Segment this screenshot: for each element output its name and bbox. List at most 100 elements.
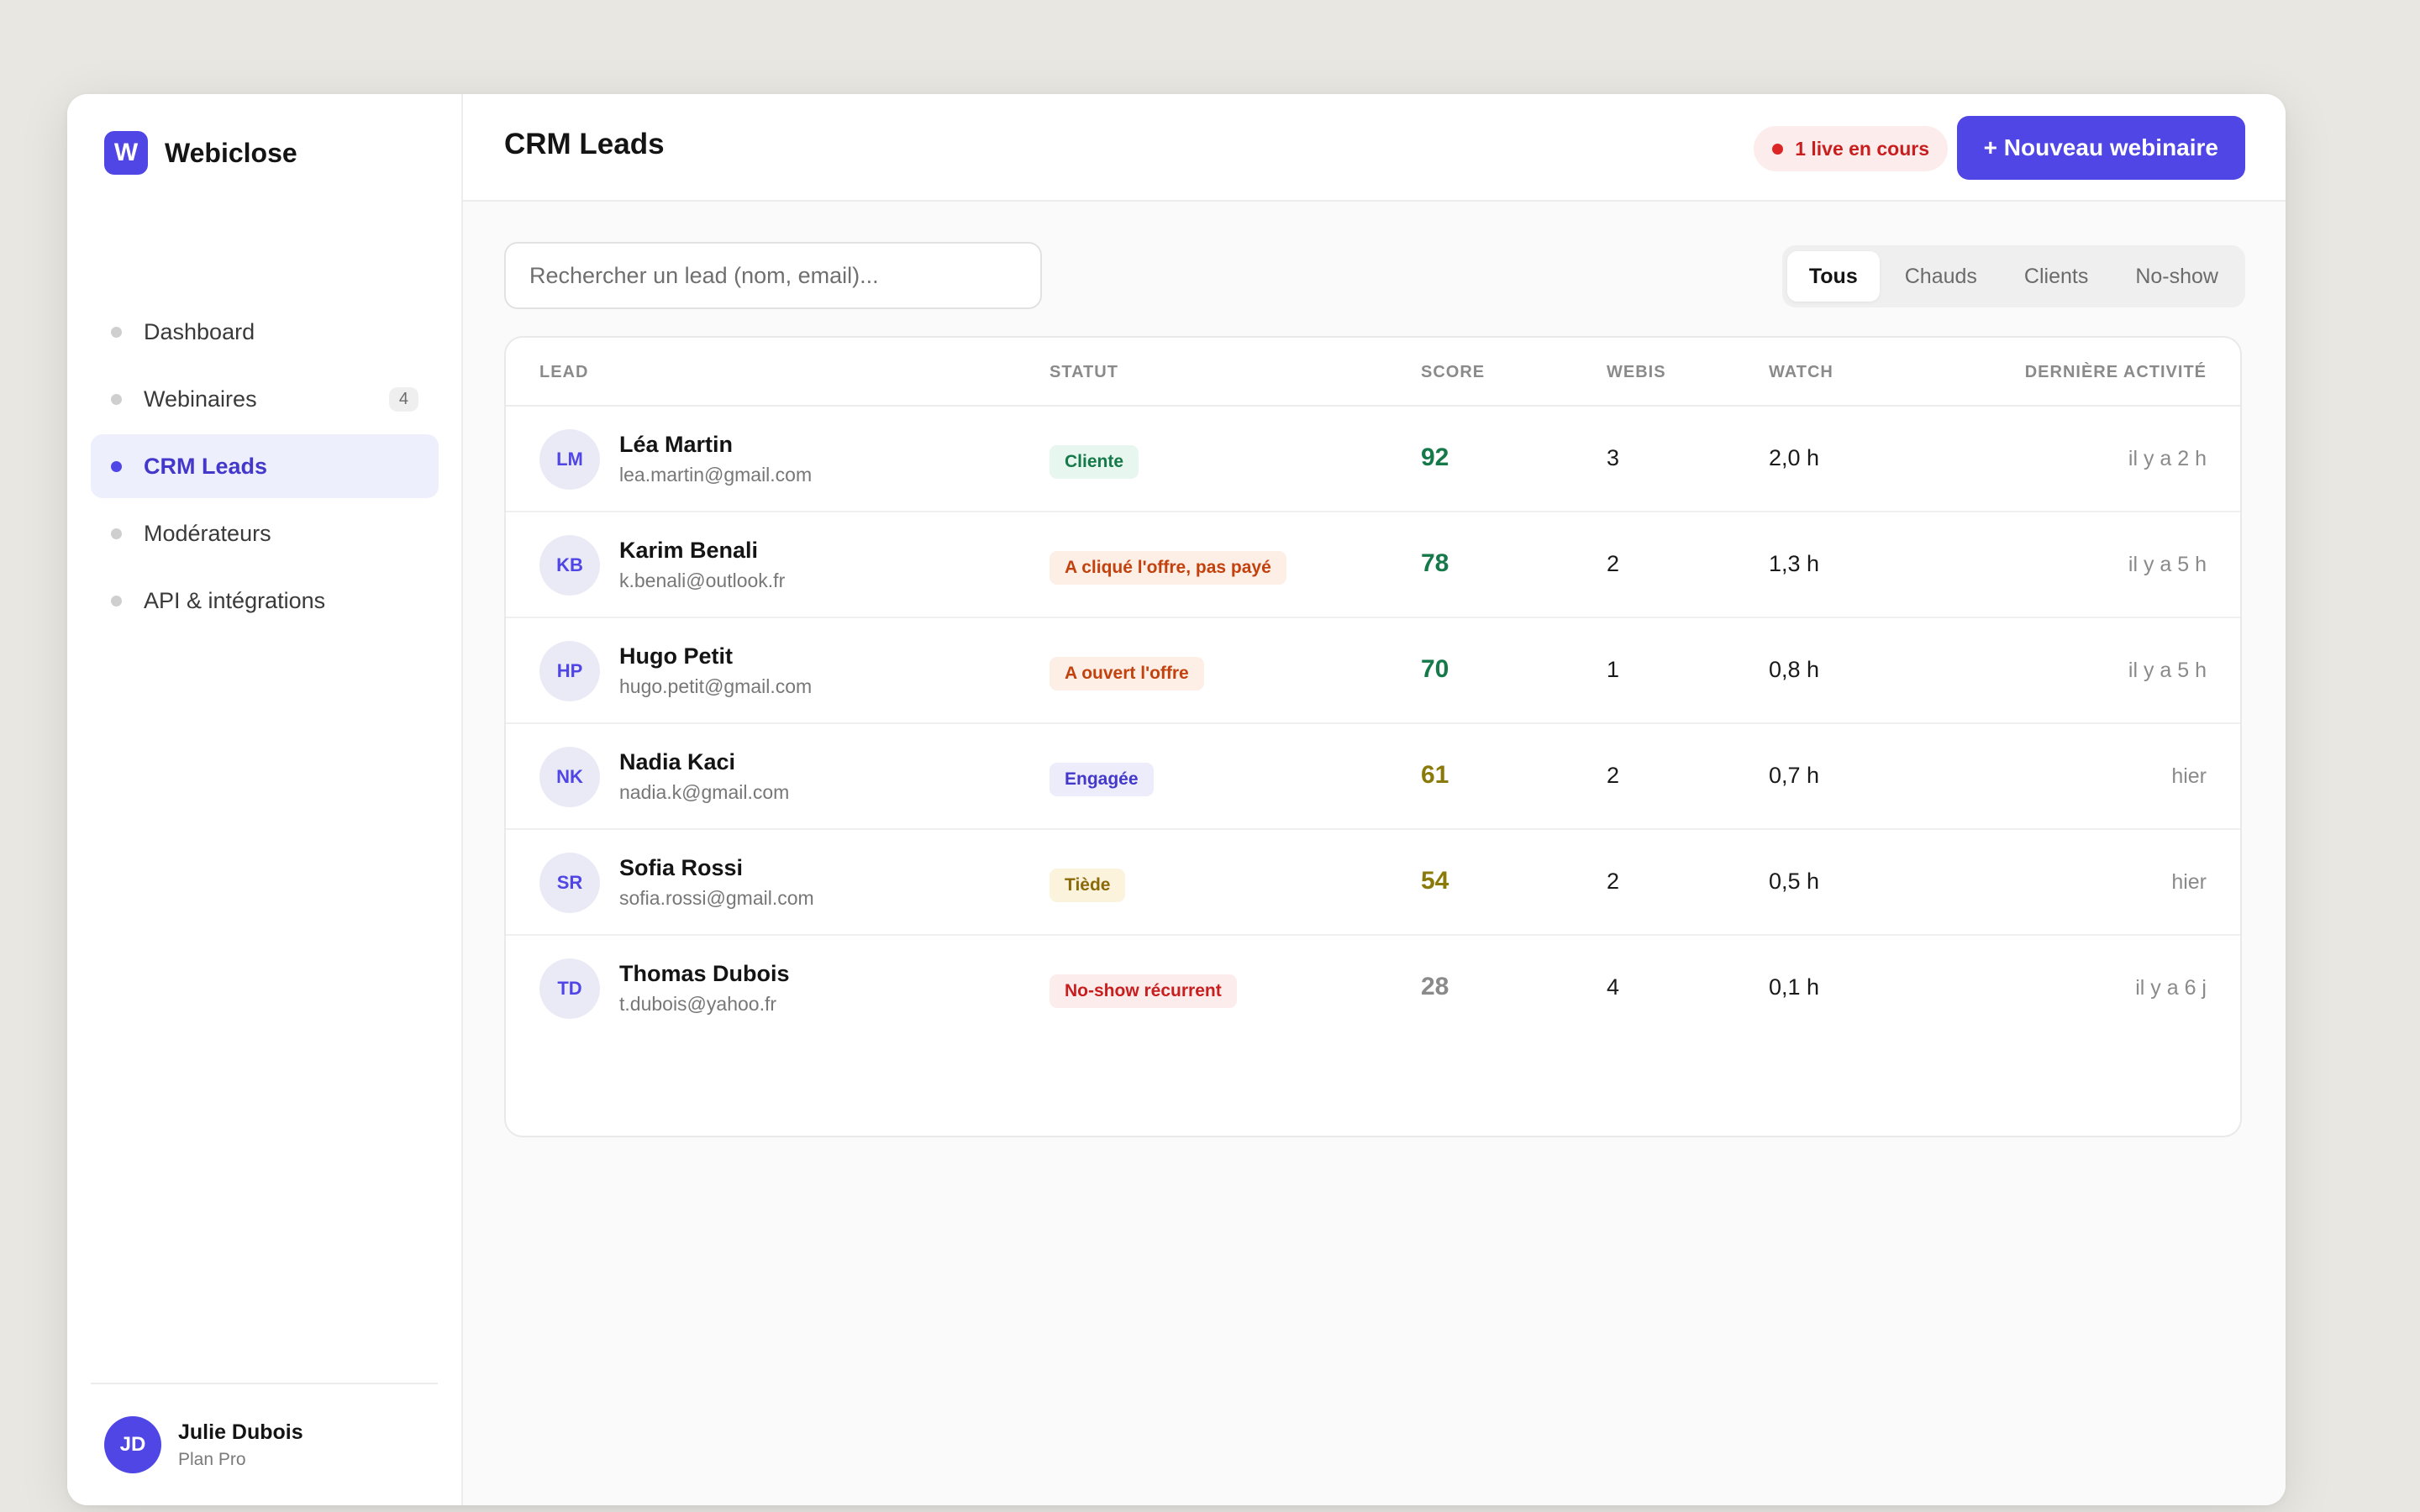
- lead-email: k.benali@outlook.fr: [619, 570, 786, 591]
- lead-email: t.dubois@yahoo.fr: [619, 993, 777, 1015]
- lead-name[interactable]: Karim Benali: [619, 538, 758, 564]
- status-badge: Cliente: [1050, 445, 1139, 479]
- dot-icon: [111, 528, 122, 539]
- lead-name[interactable]: Hugo Petit: [619, 643, 733, 669]
- page-title: CRM Leads: [504, 128, 665, 160]
- status-badge: A ouvert l'offre: [1050, 657, 1204, 690]
- sidebar-item-label: Modérateurs: [144, 520, 271, 546]
- lead-last-activity: il y a 5 h: [2128, 553, 2207, 576]
- lead-webis: 4: [1607, 974, 1620, 1000]
- app-window: W Webiclose Dashboard Webinaires 4 CRM L…: [67, 94, 2286, 1505]
- sidebar-item-label: Dashboard: [144, 318, 255, 344]
- column-header-status[interactable]: STATUT: [1050, 363, 1118, 382]
- lead-last-activity: il y a 5 h: [2128, 659, 2207, 682]
- table-row[interactable]: SR Sofia Rossi sofia.rossi@gmail.com Tiè…: [506, 830, 2240, 936]
- lead-email: hugo.petit@gmail.com: [619, 675, 813, 697]
- lead-name[interactable]: Léa Martin: [619, 432, 733, 458]
- lead-watch: 0,1 h: [1769, 974, 1820, 1000]
- lead-webis: 2: [1607, 869, 1620, 894]
- table-header: LEAD STATUT SCORE WEBIS WATCH DERNIÈRE A…: [506, 338, 2240, 407]
- lead-score: 70: [1421, 655, 1449, 683]
- avatar: KB: [539, 535, 600, 596]
- lead-score: 78: [1421, 549, 1449, 577]
- avatar: LM: [539, 429, 600, 490]
- sidebar-nav: Dashboard Webinaires 4 CRM Leads Modérat…: [91, 300, 439, 636]
- sidebar-item-label: API & intégrations: [144, 587, 326, 613]
- lead-name[interactable]: Sofia Rossi: [619, 855, 743, 881]
- lead-email: lea.martin@gmail.com: [619, 464, 813, 486]
- lead-watch: 0,5 h: [1769, 869, 1820, 894]
- live-dot-icon: [1772, 143, 1784, 155]
- lead-email: sofia.rossi@gmail.com: [619, 887, 814, 909]
- filter-tab-chauds[interactable]: Chauds: [1883, 251, 1999, 302]
- sidebar-item-webinaires[interactable]: Webinaires 4: [91, 367, 439, 431]
- column-header-last-activity[interactable]: DERNIÈRE ACTIVITÉ: [2025, 363, 2207, 382]
- lead-watch: 2,0 h: [1769, 445, 1820, 470]
- sidebar-item-label: Webinaires: [144, 386, 257, 412]
- status-badge: Tiède: [1050, 869, 1126, 902]
- column-header-webis[interactable]: WEBIS: [1607, 363, 1666, 382]
- table-row[interactable]: NK Nadia Kaci nadia.k@gmail.com Engagée …: [506, 724, 2240, 830]
- filter-tabs: Tous Chauds Clients No-show: [1781, 245, 2245, 307]
- sidebar-item-api[interactable]: API & intégrations: [91, 569, 439, 633]
- table-row[interactable]: TD Thomas Dubois t.dubois@yahoo.fr No-sh…: [506, 936, 2240, 1042]
- lead-score: 92: [1421, 444, 1449, 471]
- avatar: TD: [539, 958, 600, 1019]
- filter-tab-no-show[interactable]: No-show: [2113, 251, 2240, 302]
- column-header-watch[interactable]: WATCH: [1769, 363, 1833, 382]
- main-content: CRM Leads 1 live en cours + Nouveau webi…: [463, 94, 2286, 1505]
- sidebar-item-crm-leads[interactable]: CRM Leads: [91, 434, 439, 498]
- status-badge: A cliqué l'offre, pas payé: [1050, 551, 1286, 585]
- lead-score: 54: [1421, 867, 1449, 895]
- count-badge: 4: [388, 386, 418, 412]
- avatar: JD: [104, 1416, 161, 1473]
- user-info: Julie Dubois Plan Pro: [178, 1420, 303, 1470]
- lead-last-activity: hier: [2171, 764, 2207, 788]
- filter-tab-clients[interactable]: Clients: [2002, 251, 2110, 302]
- dot-icon: [111, 326, 122, 338]
- table-row[interactable]: HP Hugo Petit hugo.petit@gmail.com A ouv…: [506, 618, 2240, 724]
- lead-watch: 1,3 h: [1769, 551, 1820, 576]
- lead-watch: 0,8 h: [1769, 657, 1820, 682]
- sidebar-item-label: CRM Leads: [144, 453, 268, 479]
- user-plan: Plan Pro: [178, 1449, 246, 1469]
- lead-email: nadia.k@gmail.com: [619, 781, 790, 803]
- lead-watch: 0,7 h: [1769, 763, 1820, 788]
- column-header-score[interactable]: SCORE: [1421, 363, 1485, 382]
- search-input[interactable]: [504, 242, 1042, 309]
- live-status-badge[interactable]: 1 live en cours: [1754, 126, 1948, 171]
- lead-score: 61: [1421, 761, 1449, 789]
- user-profile[interactable]: JD Julie Dubois Plan Pro: [91, 1383, 438, 1505]
- avatar: SR: [539, 853, 600, 913]
- status-badge: No-show récurrent: [1050, 974, 1237, 1008]
- lead-last-activity: il y a 2 h: [2128, 447, 2207, 470]
- lead-webis: 1: [1607, 657, 1620, 682]
- lead-name[interactable]: Thomas Dubois: [619, 961, 790, 987]
- sidebar-item-moderateurs[interactable]: Modérateurs: [91, 501, 439, 565]
- lead-webis: 2: [1607, 551, 1620, 576]
- lead-webis: 3: [1607, 445, 1620, 470]
- lead-name[interactable]: Nadia Kaci: [619, 749, 735, 775]
- user-name: Julie Dubois: [178, 1420, 303, 1444]
- dot-icon: [111, 393, 122, 405]
- table-row[interactable]: KB Karim Benali k.benali@outlook.fr A cl…: [506, 512, 2240, 618]
- dot-icon: [111, 595, 122, 606]
- lead-last-activity: il y a 6 j: [2135, 976, 2207, 1000]
- sidebar: W Webiclose Dashboard Webinaires 4 CRM L…: [67, 94, 463, 1505]
- avatar: HP: [539, 641, 600, 701]
- sidebar-item-dashboard[interactable]: Dashboard: [91, 300, 439, 364]
- brand-logo-icon: W: [104, 131, 148, 175]
- avatar: NK: [539, 747, 600, 807]
- brand[interactable]: W Webiclose: [104, 131, 297, 175]
- live-status-label: 1 live en cours: [1795, 137, 1929, 160]
- table-row[interactable]: LM Léa Martin lea.martin@gmail.com Clien…: [506, 407, 2240, 512]
- lead-last-activity: hier: [2171, 870, 2207, 894]
- lead-score: 28: [1421, 973, 1449, 1000]
- lead-webis: 2: [1607, 763, 1620, 788]
- topbar: CRM Leads 1 live en cours + Nouveau webi…: [463, 94, 2286, 202]
- column-header-lead[interactable]: LEAD: [539, 363, 588, 382]
- leads-table: LEAD STATUT SCORE WEBIS WATCH DERNIÈRE A…: [504, 336, 2242, 1137]
- new-webinar-button[interactable]: + Nouveau webinaire: [1956, 116, 2245, 180]
- status-badge: Engagée: [1050, 763, 1154, 796]
- filter-tab-tous[interactable]: Tous: [1786, 251, 1880, 302]
